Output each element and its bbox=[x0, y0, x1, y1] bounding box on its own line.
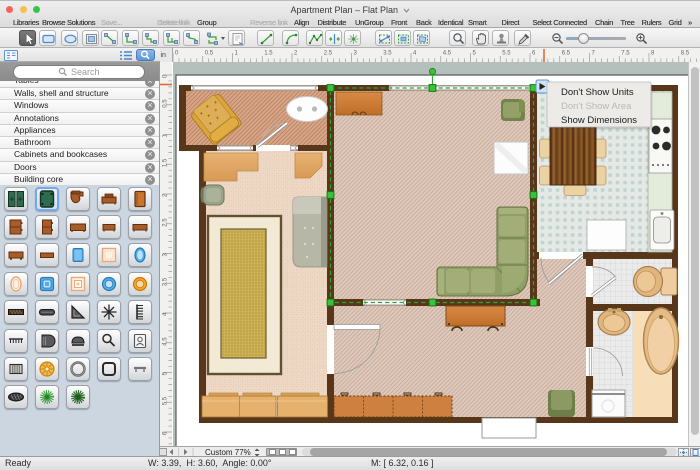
svg-text:1.5: 1.5 bbox=[264, 51, 273, 57]
svg-text:Don't Show Units: Don't Show Units bbox=[561, 87, 634, 98]
svg-text:5.5: 5.5 bbox=[163, 396, 169, 405]
svg-text:8.5: 8.5 bbox=[681, 51, 690, 57]
svg-text:4.5: 4.5 bbox=[443, 51, 452, 57]
svg-text:1.5: 1.5 bbox=[163, 158, 169, 167]
svg-text:Don't Show Area: Don't Show Area bbox=[561, 101, 632, 112]
svg-text:5.5: 5.5 bbox=[502, 51, 511, 57]
svg-text:in: in bbox=[161, 52, 167, 59]
svg-text:3.5: 3.5 bbox=[163, 277, 169, 286]
svg-text:Show Dimensions: Show Dimensions bbox=[561, 115, 637, 126]
svg-text:2.5: 2.5 bbox=[324, 51, 333, 57]
svg-text:7.5: 7.5 bbox=[621, 51, 630, 57]
svg-text:3.5: 3.5 bbox=[383, 51, 392, 57]
svg-text:0.5: 0.5 bbox=[205, 51, 214, 57]
svg-text:2.5: 2.5 bbox=[163, 218, 169, 227]
svg-text:6.5: 6.5 bbox=[562, 51, 571, 57]
svg-text:0.5: 0.5 bbox=[163, 99, 169, 108]
svg-text:4.5: 4.5 bbox=[163, 337, 169, 346]
